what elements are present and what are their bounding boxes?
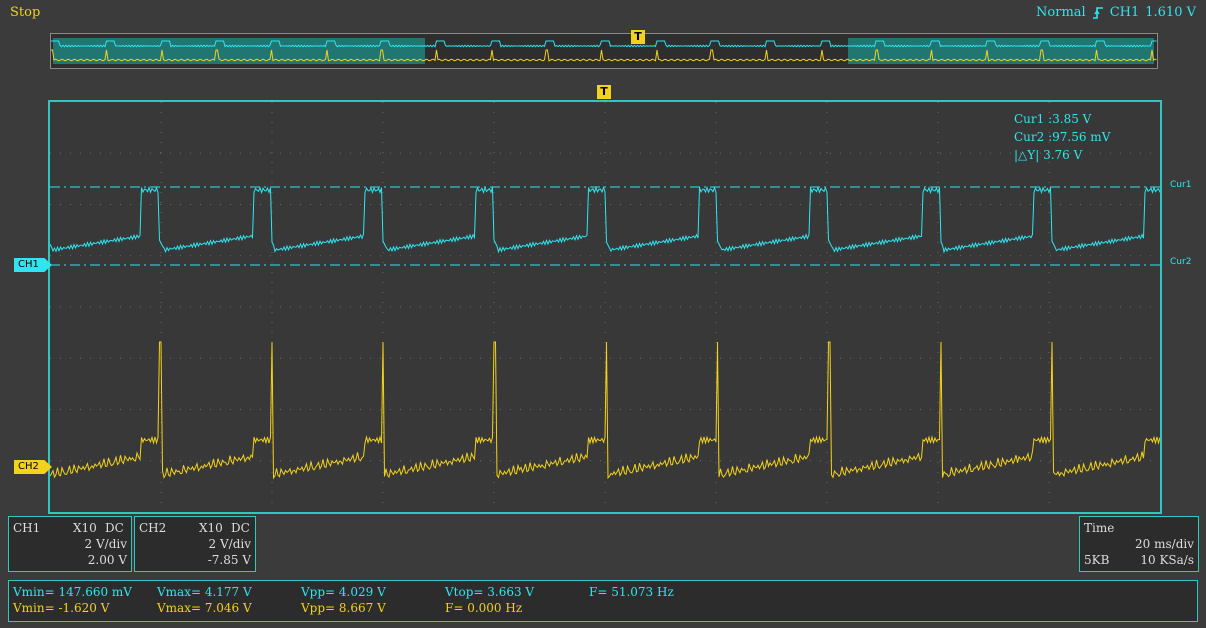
ch2-ground-marker[interactable]: CH2 xyxy=(14,460,52,474)
measurement-panel: Vmin= 147.660 mV Vmax= 4.177 V Vpp= 4.02… xyxy=(8,580,1198,622)
waveform-overview[interactable] xyxy=(50,33,1158,69)
ch2-vmax: Vmax= 7.046 V xyxy=(157,601,252,615)
cursor-delta-readout: |△Y| 3.76 V xyxy=(1014,148,1083,162)
rising-edge-icon xyxy=(1092,6,1104,20)
overview-trigger-marker[interactable]: T xyxy=(631,30,645,44)
cursor1-tag[interactable]: Cur1 xyxy=(1170,180,1191,190)
cursor-readout: Cur1 :3.85 V Cur2 :97.56 mV |△Y| 3.76 V xyxy=(1014,110,1110,164)
ch1-settings-panel[interactable]: CH1 X10 DC 2 V/div 2.00 V xyxy=(8,516,132,572)
cursor2-tag[interactable]: Cur2 xyxy=(1170,257,1191,267)
ch1-ground-marker[interactable]: CH1 xyxy=(14,258,52,272)
ch2-settings-panel[interactable]: CH2 X10 DC 2 V/div -7.85 V xyxy=(134,516,256,572)
waveform-plot xyxy=(50,102,1160,512)
run-state: Stop xyxy=(10,5,41,20)
time-scale: 20 ms/div xyxy=(1135,537,1194,551)
ch2-offset: -7.85 V xyxy=(207,553,251,567)
ch1-frequency: F= 51.073 Hz xyxy=(589,585,674,599)
memory-depth: 5KB xyxy=(1084,553,1110,567)
ch2-frequency: F= 0.000 Hz xyxy=(445,601,523,615)
ch2-coupling: DC xyxy=(231,521,250,535)
trigger-status: Normal CH1 1.610 V xyxy=(1036,5,1196,20)
ch1-vmax: Vmax= 4.177 V xyxy=(157,585,252,599)
time-panel-title: Time xyxy=(1084,521,1115,535)
cursor2-readout: Cur2 :97.56 mV xyxy=(1014,130,1111,144)
trigger-source: CH1 xyxy=(1109,5,1140,20)
ch2-vpp: Vpp= 8.667 V xyxy=(301,601,386,615)
ch1-coupling: DC xyxy=(105,521,124,535)
ch1-vpp: Vpp= 4.029 V xyxy=(301,585,386,599)
ch2-vmin: Vmin= -1.620 V xyxy=(13,601,110,615)
ch1-offset: 2.00 V xyxy=(87,553,127,567)
waveform-display[interactable] xyxy=(48,100,1162,514)
overview-plot xyxy=(51,38,1157,64)
time-settings-panel[interactable]: Time 20 ms/div 5KB 10 KSa/s xyxy=(1079,516,1199,572)
ch2-probe: X10 xyxy=(199,521,223,535)
ch1-scale: 2 V/div xyxy=(84,537,127,551)
ch2-scale: 2 V/div xyxy=(208,537,251,551)
ch2-panel-name: CH2 xyxy=(139,521,167,535)
trigger-level: 1.610 V xyxy=(1145,5,1196,20)
cursor1-readout: Cur1 :3.85 V xyxy=(1014,112,1092,126)
ch1-vmin: Vmin= 147.660 mV xyxy=(13,585,132,599)
ch1-probe: X10 xyxy=(73,521,97,535)
ch1-panel-name: CH1 xyxy=(13,521,41,535)
trigger-mode: Normal xyxy=(1036,5,1086,20)
trigger-position-marker[interactable]: T xyxy=(597,85,611,99)
sample-rate: 10 KSa/s xyxy=(1140,553,1194,567)
ch1-vtop: Vtop= 3.663 V xyxy=(445,585,535,599)
